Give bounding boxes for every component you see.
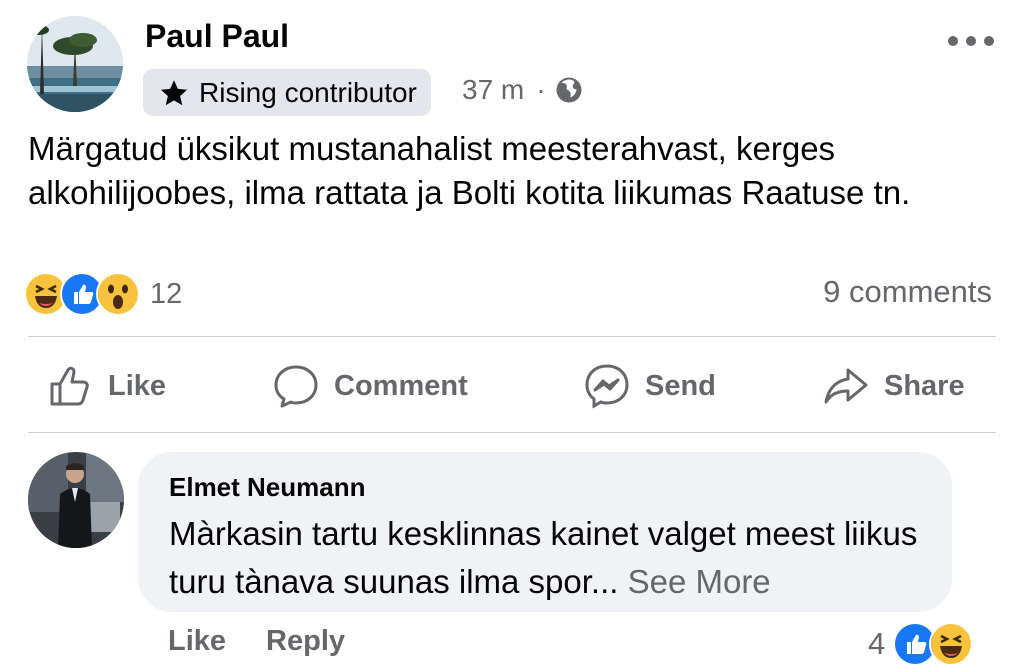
more-icon xyxy=(966,36,976,46)
comment-reply-button[interactable]: Reply xyxy=(266,625,345,658)
contributor-badge[interactable]: Rising contributor xyxy=(143,69,431,116)
send-label: Send xyxy=(645,369,716,402)
post-author-name[interactable]: Paul Paul xyxy=(145,18,289,55)
post-author-avatar[interactable] xyxy=(27,16,123,112)
globe-icon xyxy=(556,77,582,103)
wow-reaction-icon xyxy=(96,272,140,316)
comment-body: Màrkasin tartu kesklinnas kainet valget … xyxy=(169,515,918,600)
reaction-summary[interactable]: 12 xyxy=(24,272,182,316)
messenger-icon xyxy=(585,364,629,409)
comment-button[interactable]: Comment xyxy=(272,356,468,416)
comments-count[interactable]: 9 comments xyxy=(823,274,992,310)
comment-like-button[interactable]: Like xyxy=(168,625,226,658)
comment-text: Màrkasin tartu kesklinnas kainet valget … xyxy=(169,510,939,606)
like-label: Like xyxy=(108,369,167,402)
haha-reaction-icon xyxy=(929,622,974,666)
star-icon xyxy=(160,79,188,105)
send-button[interactable]: Send xyxy=(583,356,716,416)
post-text: Märgatud üksikut mustanahalist meesterah… xyxy=(28,130,911,211)
commenter-name[interactable]: Elmet Neumann xyxy=(169,472,366,503)
share-icon xyxy=(824,368,868,404)
comment-reaction-summary[interactable]: 4 xyxy=(868,622,974,666)
comment-icon xyxy=(274,365,318,408)
divider xyxy=(28,336,996,337)
see-more-link[interactable]: See More xyxy=(628,563,771,600)
comment-actions: Like Reply xyxy=(168,625,345,658)
commenter-avatar[interactable] xyxy=(28,452,124,548)
more-icon xyxy=(948,36,958,46)
share-label: Share xyxy=(884,369,965,402)
post-time[interactable]: 37 m xyxy=(462,74,524,106)
reaction-count: 12 xyxy=(150,277,183,310)
share-button[interactable]: Share xyxy=(822,356,965,416)
comment-reaction-count: 4 xyxy=(868,626,886,661)
like-icon xyxy=(50,366,89,406)
like-button[interactable]: Like xyxy=(46,356,166,416)
more-options-button[interactable] xyxy=(948,24,994,58)
more-icon xyxy=(984,36,994,46)
comment-label: Comment xyxy=(334,369,468,402)
badge-label: Rising contributor xyxy=(199,76,417,108)
meta-separator: · xyxy=(536,74,546,105)
post-action-bar: Like Comment Send Share xyxy=(0,356,1024,416)
comment-bubble: Elmet Neumann Màrkasin tartu kesklinnas … xyxy=(138,452,952,612)
post-meta: 37 m · xyxy=(462,72,584,108)
divider xyxy=(28,432,996,433)
